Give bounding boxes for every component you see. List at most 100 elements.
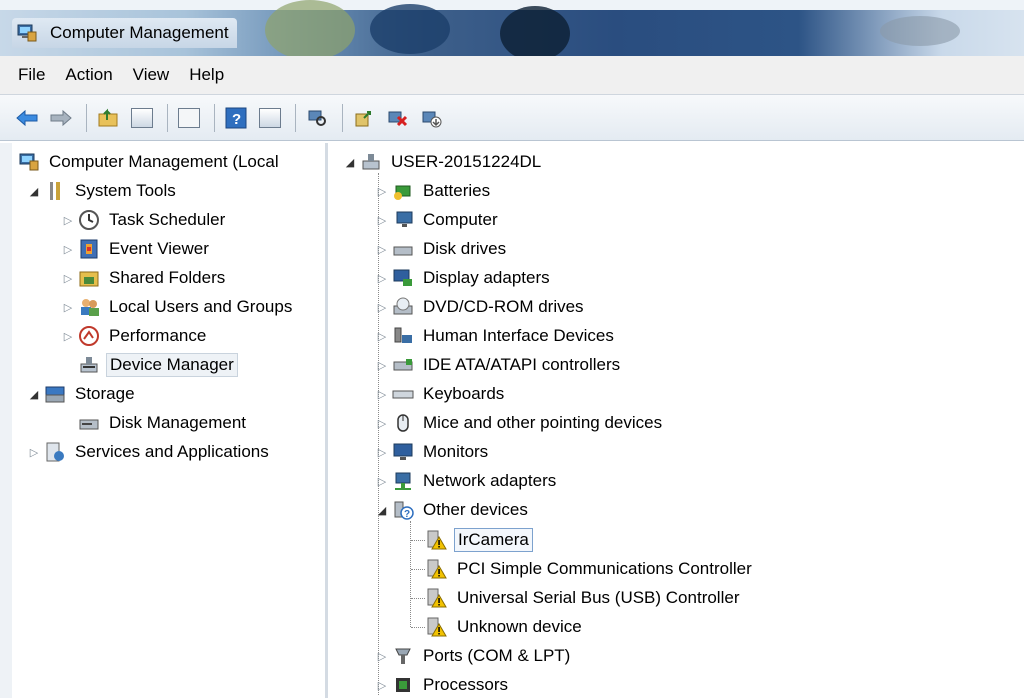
update-driver-icon[interactable] (349, 103, 379, 133)
tree-item-shared-folders[interactable]: ▷ Shared Folders (62, 265, 228, 291)
forward-arrow-icon[interactable] (46, 103, 76, 133)
tree-item-event-viewer[interactable]: ▷ Event Viewer (62, 236, 212, 262)
expand-arrow-icon[interactable]: ▷ (62, 301, 74, 314)
title-bar: Computer Management (0, 0, 1024, 61)
menu-view[interactable]: View (123, 65, 180, 85)
expand-arrow-icon[interactable]: ▷ (62, 243, 74, 256)
device-tree-pane: ◢ USER-20151224DL ▷ Batteries ▷ Computer… (330, 143, 1024, 698)
window-title: Computer Management (50, 23, 229, 42)
tree-item-services-applications[interactable]: ▷ Services and Applications (28, 439, 272, 465)
category-label: Other devices (423, 500, 528, 519)
device-category-dvd-cdrom[interactable]: ▷ DVD/CD-ROM drives (376, 294, 587, 320)
category-label: Computer (423, 210, 498, 229)
tree-item-computer-management[interactable]: Computer Management (Local (18, 149, 282, 175)
monitor-icon (392, 209, 414, 231)
back-arrow-icon[interactable] (12, 103, 42, 133)
category-label: Mice and other pointing devices (423, 413, 663, 432)
device-category-batteries[interactable]: ▷ Batteries (376, 178, 493, 204)
category-label: Network adapters (423, 471, 557, 490)
expand-arrow-icon[interactable]: ▷ (376, 214, 388, 227)
device-category-computer[interactable]: ▷ Computer (376, 207, 501, 233)
device-unknown-device[interactable]: Unknown device (426, 614, 585, 640)
tree-item-performance[interactable]: ▷ Performance (62, 323, 209, 349)
tree-item-device-manager[interactable]: Device Manager (78, 352, 238, 378)
category-label: IDE ATA/ATAPI controllers (423, 355, 621, 374)
expand-arrow-icon[interactable]: ▷ (62, 214, 74, 227)
expand-arrow-icon[interactable]: ▷ (376, 243, 388, 256)
collapse-arrow-icon[interactable]: ◢ (28, 388, 40, 401)
device-category-network-adapters[interactable]: ▷ Network adapters (376, 468, 559, 494)
device-manager-icon (78, 354, 100, 376)
tree-label: Task Scheduler (109, 210, 226, 229)
device-tree-root[interactable]: ◢ USER-20151224DL (344, 149, 544, 175)
device-pci-simple-communications[interactable]: PCI Simple Communications Controller (426, 556, 755, 582)
expand-arrow-icon[interactable]: ▷ (376, 301, 388, 314)
show-action-pane-icon[interactable] (255, 103, 285, 133)
window-title-tab[interactable]: Computer Management (12, 18, 237, 48)
expand-arrow-icon[interactable]: ▷ (376, 446, 388, 459)
help-icon[interactable]: ? (221, 103, 251, 133)
device-category-display-adapters[interactable]: ▷ Display adapters (376, 265, 553, 291)
svg-text:?: ? (404, 509, 410, 520)
device-label: PCI Simple Communications Controller (457, 559, 752, 578)
computer-management-icon (18, 151, 40, 173)
collapse-arrow-icon[interactable]: ◢ (376, 504, 388, 517)
device-category-ports[interactable]: ▷ Ports (COM & LPT) (376, 643, 573, 669)
category-label: DVD/CD-ROM drives (423, 297, 584, 316)
expand-arrow-icon[interactable]: ▷ (376, 650, 388, 663)
device-ircamera[interactable]: IrCamera (426, 527, 533, 553)
tree-item-local-users-groups[interactable]: ▷ Local Users and Groups (62, 294, 295, 320)
device-usb-controller[interactable]: Universal Serial Bus (USB) Controller (426, 585, 742, 611)
expand-arrow-icon[interactable]: ▷ (376, 359, 388, 372)
expand-arrow-icon[interactable]: ▷ (376, 475, 388, 488)
users-icon (78, 296, 100, 318)
category-label: Monitors (423, 442, 489, 461)
tree-item-system-tools[interactable]: ◢ System Tools (28, 178, 179, 204)
disk-icon (78, 412, 100, 434)
tree-item-task-scheduler[interactable]: ▷ Task Scheduler (62, 207, 228, 233)
show-console-tree-icon[interactable] (127, 103, 157, 133)
dvd-drive-icon (392, 296, 414, 318)
device-category-hid[interactable]: ▷ Human Interface Devices (376, 323, 617, 349)
menu-help[interactable]: Help (179, 65, 234, 85)
up-folder-icon[interactable] (93, 103, 123, 133)
device-category-monitors[interactable]: ▷ Monitors (376, 439, 491, 465)
tree-item-storage[interactable]: ◢ Storage (28, 381, 138, 407)
device-category-mice[interactable]: ▷ Mice and other pointing devices (376, 410, 665, 436)
category-label: Batteries (423, 181, 491, 200)
device-category-disk-drives[interactable]: ▷ Disk drives (376, 236, 509, 262)
tree-label: Device Manager (106, 353, 238, 377)
expand-arrow-icon[interactable]: ▷ (376, 417, 388, 430)
toolbar-separator (167, 103, 168, 132)
expand-arrow-icon[interactable]: ▷ (376, 330, 388, 343)
expand-arrow-icon[interactable]: ▷ (376, 388, 388, 401)
menu-file[interactable]: File (8, 65, 55, 85)
properties-icon[interactable] (174, 103, 204, 133)
ide-controller-icon (392, 354, 414, 376)
scan-hardware-icon[interactable] (302, 103, 332, 133)
device-category-keyboards[interactable]: ▷ Keyboards (376, 381, 507, 407)
expand-arrow-icon[interactable]: ▷ (376, 185, 388, 198)
menu-action[interactable]: Action (55, 65, 122, 85)
desktop-strip (0, 0, 1024, 10)
toolbar-separator (342, 103, 343, 132)
expand-arrow-icon[interactable]: ▷ (376, 679, 388, 692)
warning-device-icon (426, 616, 448, 638)
device-category-other-devices[interactable]: ◢ ? Other devices (376, 497, 531, 523)
expand-arrow-icon[interactable]: ▷ (62, 272, 74, 285)
device-category-ide-ata[interactable]: ▷ IDE ATA/ATAPI controllers (376, 352, 623, 378)
disable-device-icon[interactable] (417, 103, 447, 133)
device-category-processors[interactable]: ▷ Processors (376, 672, 511, 698)
tree-item-disk-management[interactable]: Disk Management (78, 410, 249, 436)
tree-guide-line (411, 540, 425, 541)
toolbar-separator (295, 103, 296, 132)
tree-label: Disk Management (109, 413, 247, 432)
collapse-arrow-icon[interactable]: ◢ (28, 185, 40, 198)
expand-arrow-icon[interactable]: ▷ (62, 330, 74, 343)
uninstall-device-icon[interactable] (383, 103, 413, 133)
tree-label: Shared Folders (109, 268, 226, 287)
expand-arrow-icon[interactable]: ▷ (376, 272, 388, 285)
tree-label: Event Viewer (109, 239, 209, 258)
expand-arrow-icon[interactable]: ▷ (28, 446, 40, 459)
collapse-arrow-icon[interactable]: ◢ (344, 156, 356, 169)
